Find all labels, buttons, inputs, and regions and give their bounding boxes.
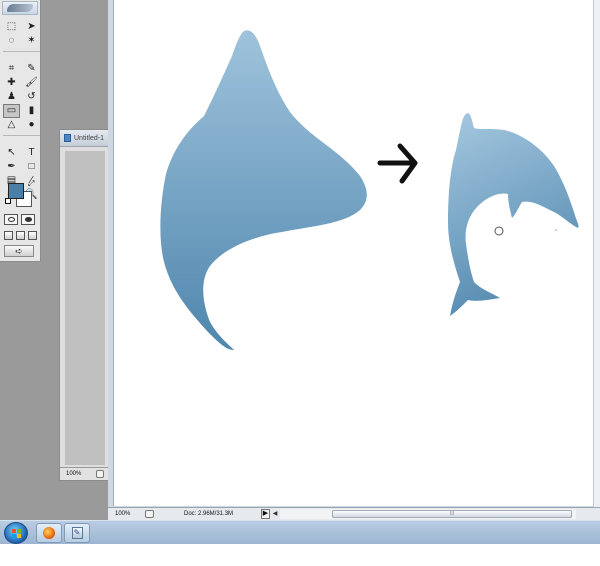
background-document-zoom[interactable]: 100% [66, 471, 81, 477]
brush-tool-icon[interactable]: 🖌 [23, 76, 40, 90]
crop-tool-icon[interactable]: ⌗ [3, 62, 20, 76]
quick-mask-mode-button[interactable] [21, 214, 35, 225]
standard-mode-button[interactable] [4, 214, 18, 225]
vertical-scrollbar[interactable] [593, 0, 600, 507]
zoom-level-field[interactable]: 100% [115, 508, 130, 520]
main-canvas[interactable] [113, 0, 600, 506]
mask-mode-buttons [4, 214, 35, 225]
marquee-tool-icon[interactable]: ⬚ [3, 20, 20, 34]
desktop-strip [0, 545, 600, 566]
foreground-color-swatch[interactable] [8, 183, 24, 199]
imageready-icon: ➪ [15, 245, 23, 256]
taskbar-firefox-button[interactable] [36, 523, 62, 543]
path-selection-tool-icon[interactable]: ↖ [3, 146, 20, 160]
background-document-canvas[interactable] [65, 151, 105, 465]
color-swatches: ⤢ [5, 180, 35, 207]
photoshop-feather-icon [7, 4, 33, 12]
move-tool-icon[interactable]: ➤ [23, 20, 40, 34]
tools-panel-header[interactable] [2, 1, 38, 15]
clone-stamp-tool-icon[interactable]: ♟ [3, 90, 20, 104]
jump-to-row: ➪ [4, 245, 34, 257]
slice-tool-icon[interactable]: ✎ [23, 62, 40, 76]
healing-brush-tool-icon[interactable]: ✚ [3, 76, 20, 90]
shape-tool-icon[interactable]: □ [23, 160, 40, 174]
tool-grid: ⬚➤◌✶⌗✎✚🖌♟↺▭▮△●↖T✒□▤⁄✋🔍 [0, 17, 40, 202]
eraser-tool-icon[interactable]: ▭ [3, 104, 20, 118]
original-shape [160, 30, 367, 350]
screen-mode-buttons [4, 231, 37, 240]
scroll-left-icon[interactable]: ◀ [271, 509, 279, 519]
document-icon [64, 134, 71, 142]
dolphin-shape [448, 113, 579, 316]
brush-cursor [494, 226, 504, 236]
taskbar: ✎ [0, 520, 600, 544]
taskbar-photoshop-button[interactable]: ✎ [64, 523, 90, 543]
firefox-icon [43, 527, 55, 539]
background-document-title: Untitled-1 [74, 134, 104, 142]
standard-screen-mode-button[interactable] [4, 231, 13, 240]
full-screen-mode-button[interactable] [28, 231, 37, 240]
blur-tool-icon[interactable]: △ [3, 118, 20, 132]
lasso-tool-icon[interactable]: ◌ [3, 34, 20, 48]
main-document-window: 100% Doc: 2.96M/31.3M ▶ ◀ ⦙⦙⦙ [108, 0, 600, 520]
document-status-bar: 100% Doc: 2.96M/31.3M ▶ ◀ ⦙⦙⦙ [108, 507, 600, 520]
workspace: ⬚➤◌✶⌗✎✚🖌♟↺▭▮△●↖T✒□▤⁄✋🔍 ⤢ ➪ Untitled-1 [0, 0, 600, 520]
start-button[interactable] [4, 522, 28, 544]
scroll-grip-icon: ⦙⦙⦙ [449, 511, 455, 517]
gradient-tool-icon[interactable]: ▮ [23, 104, 40, 118]
background-document-status-bar: 100% [60, 467, 108, 480]
horizontal-scroll-thumb[interactable]: ⦙⦙⦙ [332, 510, 572, 518]
status-nav-icon[interactable] [96, 470, 104, 478]
jump-to-imageready-button[interactable]: ➪ [4, 245, 34, 257]
photoshop-icon: ✎ [71, 527, 83, 539]
tool-separator [3, 135, 40, 136]
full-screen-menu-mode-button[interactable] [16, 231, 25, 240]
status-menu-arrow-icon[interactable]: ▶ [261, 509, 270, 519]
quick-mask-icon [24, 217, 32, 222]
history-brush-tool-icon[interactable]: ↺ [23, 90, 40, 104]
type-tool-icon[interactable]: T [23, 146, 40, 160]
background-document-window[interactable]: Untitled-1 100% [59, 129, 109, 481]
status-nav-icon[interactable] [145, 510, 154, 518]
document-size-info: Doc: 2.96M/31.3M [184, 511, 234, 517]
horizontal-scrollbar[interactable]: ⦙⦙⦙ [280, 509, 576, 519]
tool-separator [3, 51, 40, 52]
swap-colors-icon[interactable]: ⤢ [28, 180, 34, 188]
windows-flag-icon [12, 529, 22, 539]
magic-wand-tool-icon[interactable]: ✶ [23, 34, 40, 48]
tools-panel: ⬚➤◌✶⌗✎✚🖌♟↺▭▮△●↖T✒□▤⁄✋🔍 ⤢ ➪ [0, 0, 41, 262]
standard-mode-icon [7, 217, 15, 222]
canvas-artwork [160, 30, 579, 350]
background-document-title-bar[interactable]: Untitled-1 [60, 130, 108, 147]
canvas-speck [555, 229, 557, 231]
pen-tool-icon[interactable]: ✒ [3, 160, 20, 174]
transform-arrow [377, 143, 418, 184]
dodge-tool-icon[interactable]: ● [23, 118, 40, 132]
